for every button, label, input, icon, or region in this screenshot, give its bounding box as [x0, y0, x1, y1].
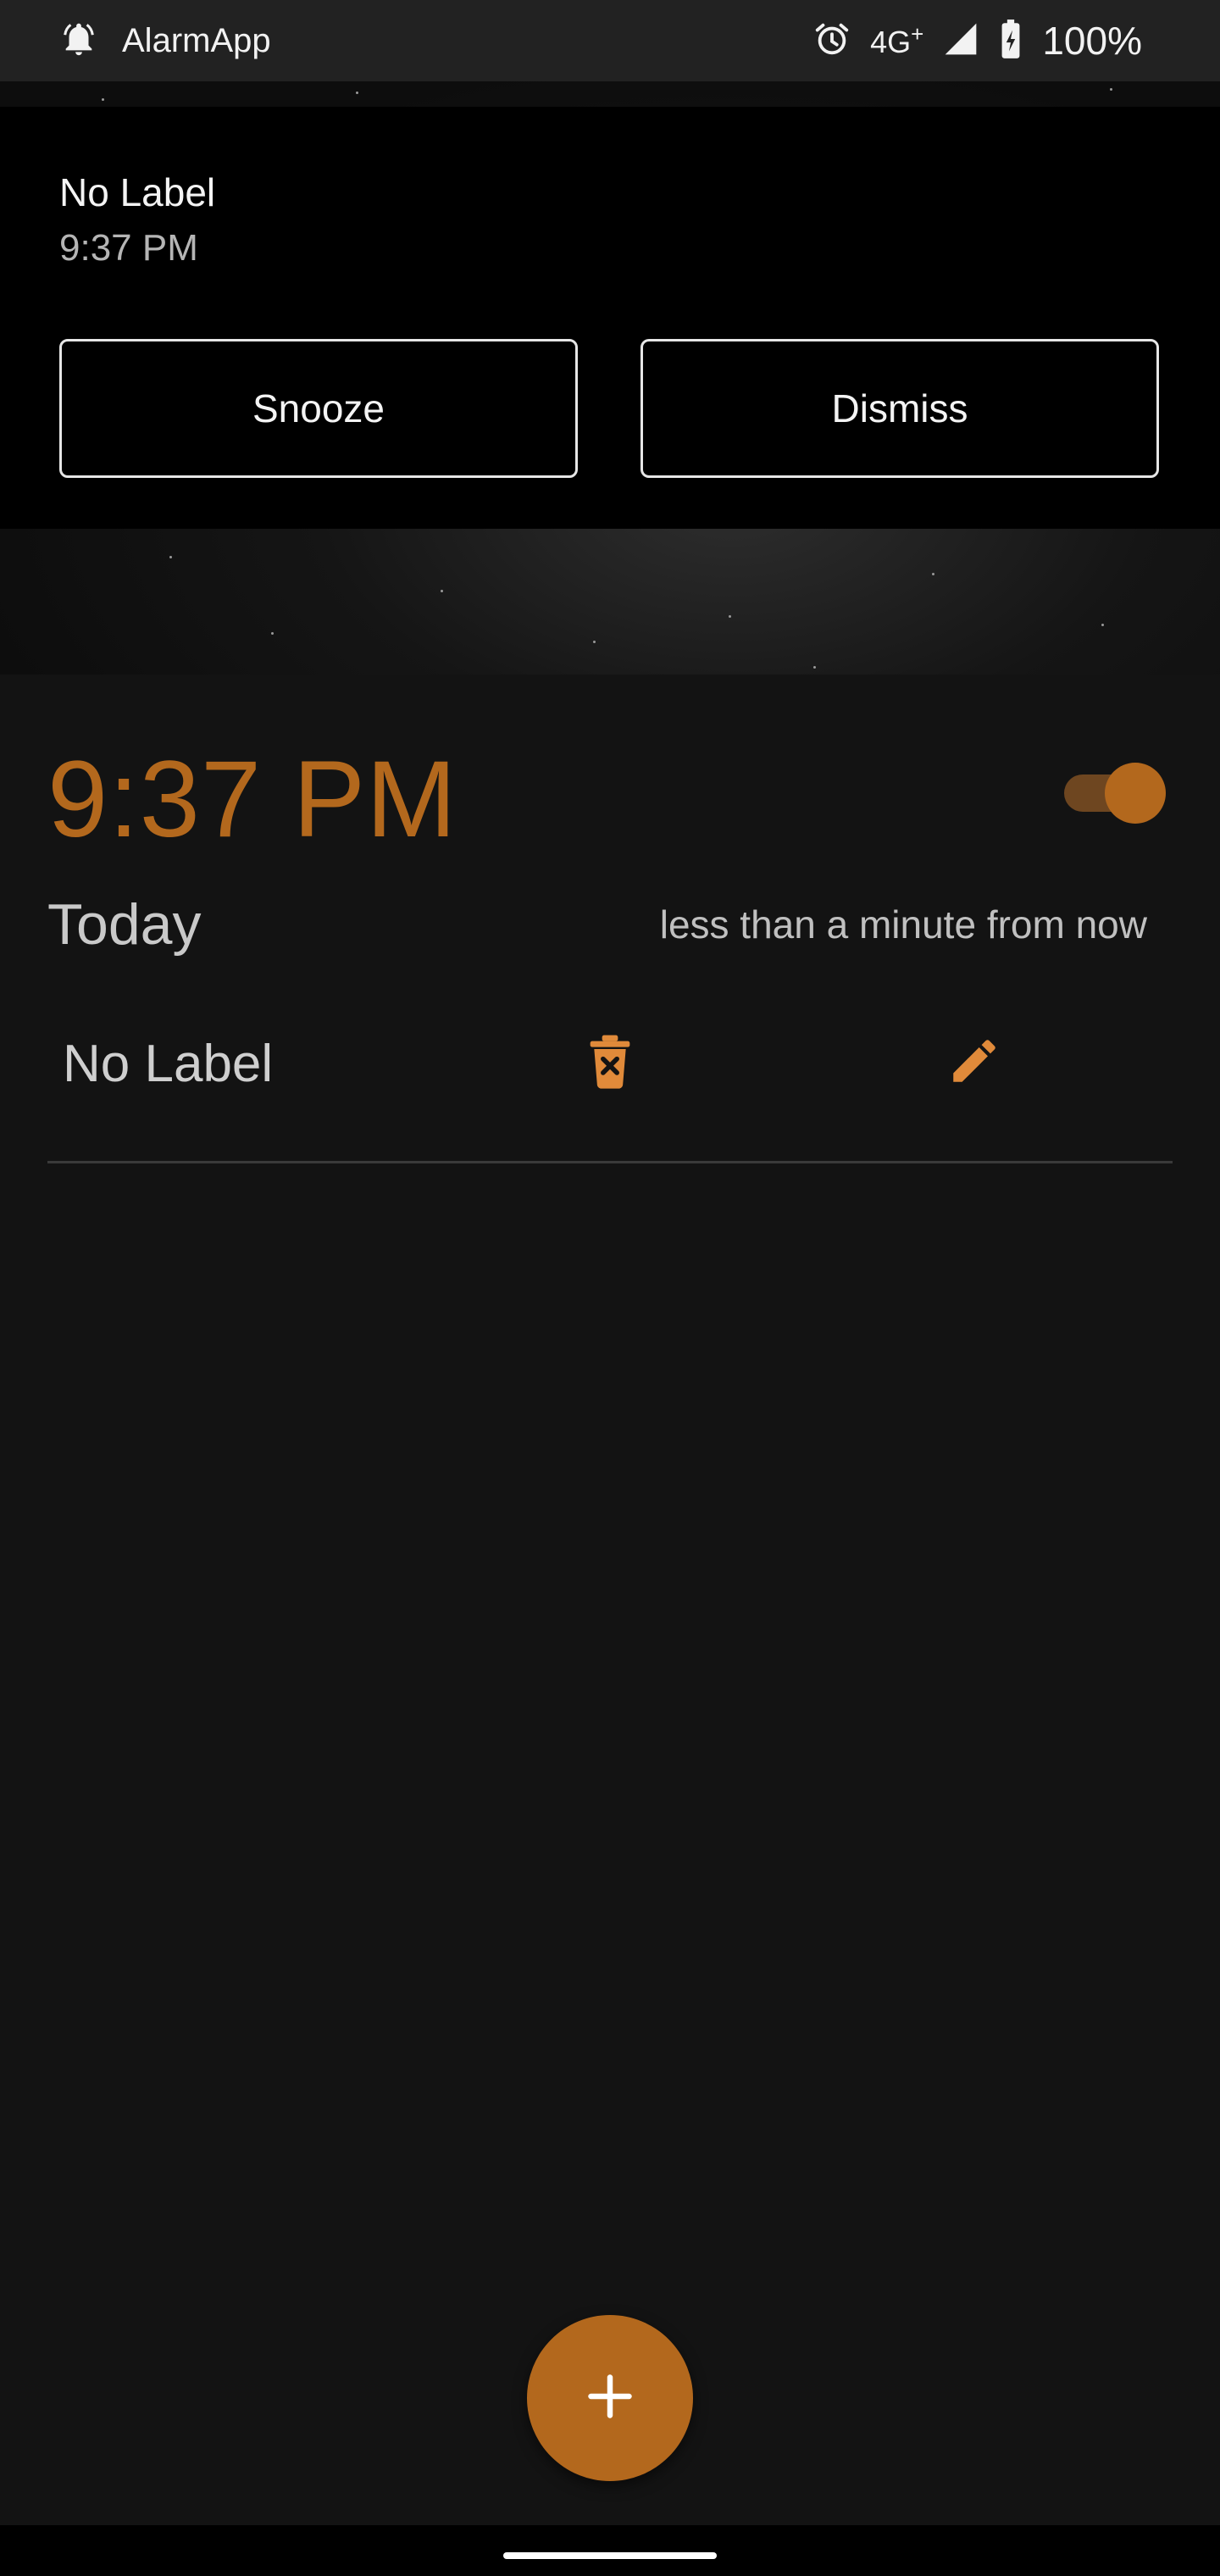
status-bar: AlarmApp 4G+ 100% — [0, 0, 1220, 81]
alarm-day: Today — [47, 892, 202, 957]
pencil-icon — [946, 1033, 1002, 1093]
snooze-button[interactable]: Snooze — [59, 339, 578, 478]
notification-app-name: AlarmApp — [122, 21, 271, 59]
battery-percentage: 100% — [1042, 19, 1142, 63]
toggle-thumb — [1105, 763, 1166, 824]
dismiss-button[interactable]: Dismiss — [640, 339, 1159, 478]
delete-alarm-button[interactable] — [576, 1029, 644, 1096]
alarm-enabled-toggle[interactable] — [1062, 763, 1166, 824]
alarm-relative-time: less than a minute from now — [659, 902, 1147, 947]
plus-icon — [585, 2371, 635, 2426]
edit-alarm-button[interactable] — [940, 1029, 1008, 1096]
home-gesture-handle[interactable] — [503, 2552, 717, 2559]
notification-title: No Label — [59, 170, 216, 214]
notification-time: 9:37 PM — [59, 227, 198, 269]
network-type: 4G+ — [870, 21, 924, 59]
alarm-clock-icon — [812, 19, 851, 63]
battery-charging-icon — [998, 18, 1023, 64]
navigation-bar — [0, 2525, 1220, 2576]
status-bar-right: 4G+ 100% — [812, 0, 1142, 81]
status-bar-left: AlarmApp — [59, 19, 271, 63]
alarm-time[interactable]: 9:37 PM — [47, 737, 458, 862]
list-divider — [47, 1161, 1173, 1163]
signal-icon — [942, 20, 979, 62]
alarm-label: No Label — [63, 1035, 274, 1093]
add-alarm-button[interactable] — [527, 2315, 693, 2481]
bell-ringing-icon — [59, 19, 98, 63]
trash-icon — [586, 1033, 634, 1093]
alarm-notification: No Label 9:37 PM Snooze Dismiss — [0, 107, 1220, 529]
